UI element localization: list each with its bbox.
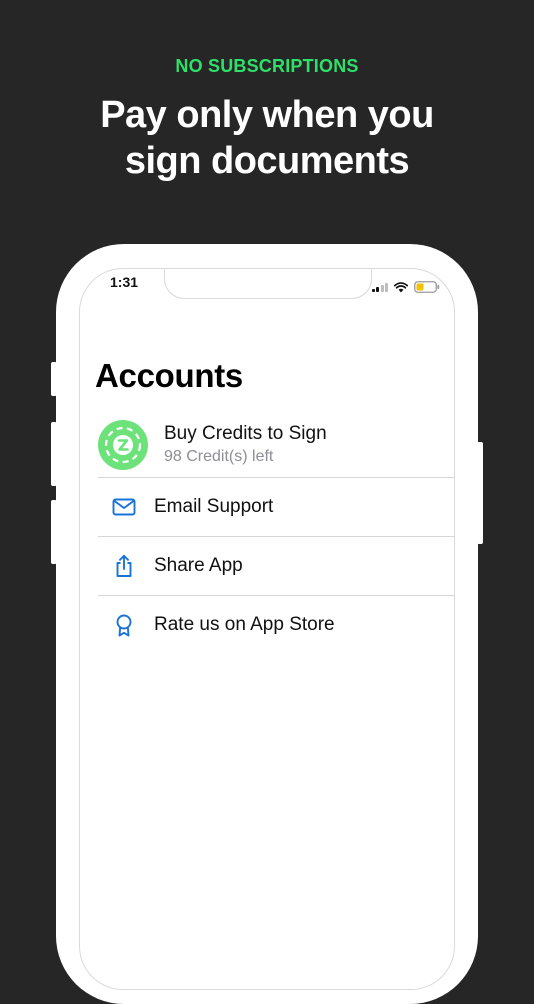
promo-headline-line-1: Pay only when you [100,94,434,136]
menu-item-label: Rate us on App Store [154,614,335,635]
status-icons [371,281,441,293]
page-title: Accounts [95,357,243,394]
cellular-signal-icon [371,282,388,292]
promo-headline: Pay only when you sign documents [0,92,534,184]
envelope-icon [112,498,136,516]
promo-headline-line-2: sign documents [124,140,410,182]
award-ribbon-icon [116,614,132,637]
buy-credits-text: Buy Credits to Sign 98 Credit(s) left [164,422,327,468]
status-time: 1:31 [110,274,139,290]
wifi-icon [394,281,408,292]
phone-screen: 1:31 Accounts Buy Credits to Sign 98 Cre… [79,268,455,990]
menu-item-email-support[interactable]: Email Support [98,478,454,536]
buy-credits-row[interactable]: Buy Credits to Sign 98 Credit(s) left [98,413,454,477]
menu-item-rate-app[interactable]: Rate us on App Store [98,596,454,654]
menu-item-share-app[interactable]: Share App [98,537,454,595]
menu-item-label: Email Support [154,496,274,517]
buy-credits-title: Buy Credits to Sign [164,423,327,444]
battery-low-icon [414,281,440,293]
credit-coin-icon [98,420,148,470]
notch [164,269,372,299]
share-icon [116,554,132,577]
promo-eyebrow: NO SUBSCRIPTIONS [175,56,359,76]
credits-remaining: 98 Credit(s) left [164,448,274,465]
menu-item-label: Share App [154,555,243,576]
